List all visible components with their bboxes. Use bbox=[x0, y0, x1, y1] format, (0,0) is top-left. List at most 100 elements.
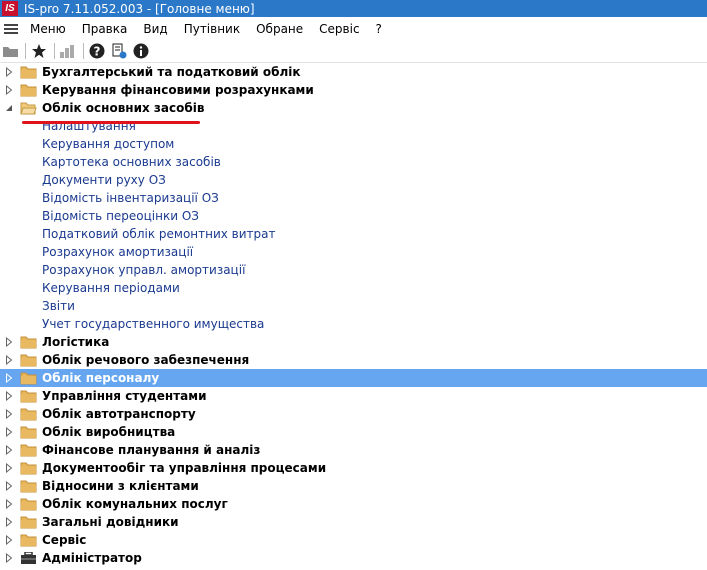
collapsed-arrow-icon[interactable] bbox=[5, 67, 13, 77]
collapsed-arrow-icon[interactable] bbox=[5, 535, 13, 545]
collapsed-arrow-icon[interactable] bbox=[5, 85, 13, 95]
tree-item[interactable]: Адміністратор bbox=[0, 549, 707, 567]
tree-item[interactable]: Сервіс bbox=[0, 531, 707, 549]
menu-item-guide[interactable]: Путівник bbox=[176, 22, 248, 36]
tree-subitem[interactable]: Розрахунок управл. амортизації bbox=[0, 261, 707, 279]
folder-icon bbox=[20, 66, 37, 79]
menu-item-service[interactable]: Сервіс bbox=[311, 22, 367, 36]
tree-item-label: Адміністратор bbox=[42, 551, 142, 565]
menu-bar: Меню Правка Вид Путівник Обране Сервіс ? bbox=[0, 18, 707, 40]
tree-item-label: Документообіг та управління процесами bbox=[42, 461, 327, 475]
collapsed-arrow-icon[interactable] bbox=[5, 355, 13, 365]
folder-icon bbox=[20, 462, 37, 475]
tree-item[interactable]: Облік речового забезпечення bbox=[0, 351, 707, 369]
folder-icon bbox=[20, 426, 37, 439]
tree-subitem[interactable]: Податковий облік ремонтних витрат bbox=[0, 225, 707, 243]
menu-item-view[interactable]: Вид bbox=[135, 22, 175, 36]
chart-icon[interactable] bbox=[58, 41, 78, 61]
collapsed-arrow-icon[interactable] bbox=[5, 445, 13, 455]
collapsed-arrow-icon[interactable] bbox=[5, 337, 13, 347]
folder-icon bbox=[20, 516, 37, 529]
tree-subitem[interactable]: Розрахунок амортизації bbox=[0, 243, 707, 261]
tree-item-label: Відносини з клієнтами bbox=[42, 479, 199, 493]
tree-item[interactable]: Бухгалтерський та податковий облік bbox=[0, 63, 707, 81]
collapsed-arrow-icon[interactable] bbox=[5, 391, 13, 401]
collapsed-arrow-icon[interactable] bbox=[5, 409, 13, 419]
folder-icon bbox=[20, 444, 37, 457]
tree-subitem[interactable]: Налаштування bbox=[0, 117, 707, 135]
tree-item[interactable]: Облік виробництва bbox=[0, 423, 707, 441]
tree-item-label: Розрахунок амортизації bbox=[42, 245, 194, 259]
menu-item-favorites[interactable]: Обране bbox=[248, 22, 311, 36]
tree-item[interactable]: Логістика bbox=[0, 333, 707, 351]
tree-item-label: Керування доступом bbox=[42, 137, 175, 151]
collapsed-arrow-icon[interactable] bbox=[5, 499, 13, 509]
folder-icon bbox=[20, 480, 37, 493]
tree-item[interactable]: Фінансове планування й аналіз bbox=[0, 441, 707, 459]
tree-item-label: Керування фінансовими розрахунками bbox=[42, 83, 314, 97]
tree-subitem[interactable]: Керування доступом bbox=[0, 135, 707, 153]
tree-item-label: Картотека основних засобів bbox=[42, 155, 221, 169]
info-icon[interactable] bbox=[131, 41, 151, 61]
tree-item[interactable]: Документообіг та управління процесами bbox=[0, 459, 707, 477]
collapsed-arrow-icon[interactable] bbox=[5, 427, 13, 437]
folder-icon bbox=[20, 372, 37, 385]
collapsed-arrow-icon[interactable] bbox=[5, 463, 13, 473]
collapsed-arrow-icon[interactable] bbox=[5, 517, 13, 527]
tree-item[interactable]: Облік автотранспорту bbox=[0, 405, 707, 423]
folder-icon bbox=[20, 408, 37, 421]
tree-item[interactable]: Керування фінансовими розрахунками bbox=[0, 81, 707, 99]
collapsed-arrow-icon[interactable] bbox=[5, 553, 13, 563]
expanded-arrow-icon[interactable] bbox=[5, 103, 13, 113]
menu-item-help[interactable]: ? bbox=[368, 22, 390, 36]
tree-item-label: Звіти bbox=[42, 299, 75, 313]
tree-item-label: Відомість переоцінки ОЗ bbox=[42, 209, 199, 223]
open-folder-icon bbox=[20, 102, 37, 115]
tree-item-label: Фінансове планування й аналіз bbox=[42, 443, 261, 457]
folder-icon bbox=[20, 498, 37, 511]
tree-item-label: Документи руху ОЗ bbox=[42, 173, 166, 187]
tree-item-label: Загальні довідники bbox=[42, 515, 179, 529]
tree-item-label: Облік автотранспорту bbox=[42, 407, 196, 421]
tree-item-label: Облік комунальних послуг bbox=[42, 497, 228, 511]
tree-subitem[interactable]: Звіти bbox=[0, 297, 707, 315]
help-icon[interactable]: ? bbox=[87, 41, 107, 61]
tree-subitem[interactable]: Картотека основних засобів bbox=[0, 153, 707, 171]
menu-item-edit[interactable]: Правка bbox=[74, 22, 136, 36]
tree-item[interactable]: Загальні довідники bbox=[0, 513, 707, 531]
main-menu-tree: Бухгалтерський та податковий облік Керува… bbox=[0, 63, 707, 567]
folder-icon bbox=[20, 336, 37, 349]
tree-item-label: Сервіс bbox=[42, 533, 87, 547]
collapsed-arrow-icon[interactable] bbox=[5, 481, 13, 491]
tree-subitem[interactable]: Документи руху ОЗ bbox=[0, 171, 707, 189]
folder-icon bbox=[20, 354, 37, 367]
tree-subitem[interactable]: Учет государственного имущества bbox=[0, 315, 707, 333]
favorites-star-icon[interactable] bbox=[29, 41, 49, 61]
collapsed-arrow-icon[interactable] bbox=[5, 373, 13, 383]
document-info-icon[interactable] bbox=[109, 41, 129, 61]
tree-item-label: Облік виробництва bbox=[42, 425, 176, 439]
tree-item-label: Облік речового забезпечення bbox=[42, 353, 250, 367]
tree-item[interactable]: Облік комунальних послуг bbox=[0, 495, 707, 513]
window-menu-icon[interactable] bbox=[4, 23, 18, 35]
title-bar: IS IS-pro 7.11.052.003 - [Головне меню] bbox=[0, 0, 707, 17]
toolbar-separator bbox=[83, 43, 84, 59]
toolbar-separator bbox=[25, 43, 26, 59]
menu-item-menu[interactable]: Меню bbox=[22, 22, 74, 36]
folder-icon bbox=[20, 390, 37, 403]
tree-subitem[interactable]: Керування періодами bbox=[0, 279, 707, 297]
svg-text:?: ? bbox=[94, 45, 101, 59]
tree-item[interactable]: Управління студентами bbox=[0, 387, 707, 405]
toolbar-separator bbox=[54, 43, 55, 59]
tree-item-label: Бухгалтерський та податковий облік bbox=[42, 65, 301, 79]
folder-icon[interactable] bbox=[0, 41, 20, 61]
folder-icon bbox=[20, 84, 37, 97]
tree-item-label: Розрахунок управл. амортизації bbox=[42, 263, 246, 277]
tree-item[interactable]: Облік основних засобів bbox=[0, 99, 707, 117]
folder-icon bbox=[20, 534, 37, 547]
tree-subitem[interactable]: Відомість інвентаризації ОЗ bbox=[0, 189, 707, 207]
tree-item[interactable]: Відносини з клієнтами bbox=[0, 477, 707, 495]
tree-item-label: Учет государственного имущества bbox=[42, 317, 265, 331]
tree-subitem[interactable]: Відомість переоцінки ОЗ bbox=[0, 207, 707, 225]
tree-item[interactable]: Облік персоналу bbox=[0, 369, 707, 387]
